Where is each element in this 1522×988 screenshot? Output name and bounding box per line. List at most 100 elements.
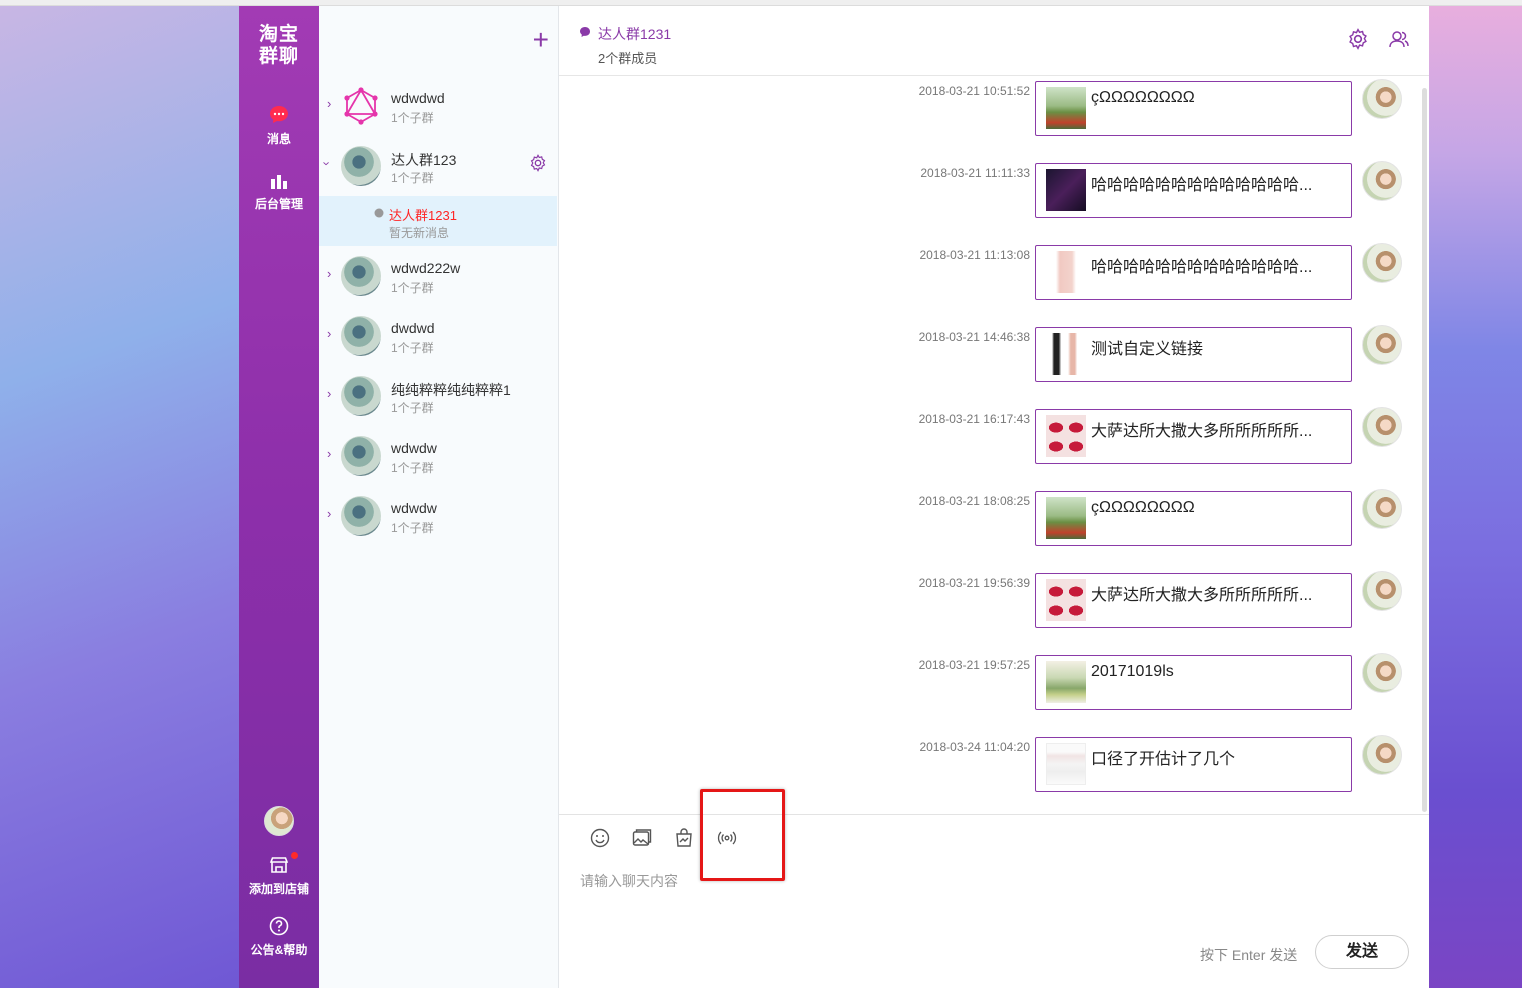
chevron-right-icon[interactable]: › bbox=[327, 96, 331, 111]
group-item[interactable]: › wdwdwd 1个子群 bbox=[319, 76, 559, 136]
group-list-panel: + › wdwdwd 1个子群 › 达人群123 1个子群 达人群1231 暂无… bbox=[319, 6, 559, 988]
send-shortcut-hint: 按下 Enter 发送 bbox=[1200, 947, 1298, 963]
product-link-card[interactable]: 口径了开估计了几个 bbox=[1035, 737, 1352, 792]
subgroup-status: 暂无新消息 bbox=[389, 226, 450, 240]
left-nav: 淘宝 群聊 消息 后台管理 添加到店铺 公告&帮助 bbox=[239, 6, 319, 988]
product-link-text: çΩΩΩΩΩΩΩΩ bbox=[1091, 499, 1195, 516]
app-logo: 淘宝 群聊 bbox=[239, 24, 319, 68]
group-item[interactable]: › 达人群123 1个子群 bbox=[319, 136, 559, 196]
product-link-card[interactable]: 测试自定义链接 bbox=[1035, 327, 1352, 382]
product-link-card[interactable]: 20171019ls bbox=[1035, 655, 1352, 710]
product-link-card[interactable]: 大萨达所大撒大多所所所所所... bbox=[1035, 573, 1352, 628]
message-row: 2018-03-21 19:56:39 大萨达所大撒大多所所所所所... bbox=[559, 568, 1419, 650]
product-thumbnail bbox=[1046, 333, 1086, 375]
product-link-text: 口径了开估计了几个 bbox=[1091, 751, 1236, 768]
message-row: 2018-03-21 11:11:33 哈哈哈哈哈哈哈哈哈哈哈哈哈... bbox=[559, 158, 1419, 240]
message-row: 2018-03-21 14:46:38 测试自定义链接 bbox=[559, 322, 1419, 404]
add-group-button[interactable]: + bbox=[533, 26, 549, 54]
sender-avatar[interactable] bbox=[1362, 161, 1402, 201]
subgroup-name: 达人群1231 bbox=[389, 208, 457, 223]
product-link-card[interactable]: 大萨达所大撒大多所所所所所... bbox=[1035, 409, 1352, 464]
message-timestamp: 2018-03-21 16:17:43 bbox=[918, 412, 1030, 426]
group-item[interactable]: › 纯纯粹粹纯纯粹粹1 1个子群 bbox=[319, 366, 559, 426]
message-timestamp: 2018-03-21 19:56:39 bbox=[918, 576, 1030, 590]
nav-help-label: 公告&帮助 bbox=[250, 943, 308, 957]
group-item[interactable]: › dwdwd 1个子群 bbox=[319, 306, 559, 366]
bar-chart-icon bbox=[271, 175, 287, 189]
product-thumbnail bbox=[1046, 251, 1086, 293]
sender-avatar[interactable] bbox=[1362, 325, 1402, 365]
group-subcount: 1个子群 bbox=[391, 171, 434, 185]
message-timestamp: 2018-03-21 11:11:33 bbox=[920, 166, 1030, 180]
sender-avatar[interactable] bbox=[1362, 735, 1402, 775]
chevron-down-icon[interactable]: › bbox=[320, 161, 335, 165]
product-link-card[interactable]: çΩΩΩΩΩΩΩΩ bbox=[1035, 491, 1352, 546]
app-window: 淘宝 群聊 消息 后台管理 添加到店铺 公告&帮助 + › wdwdwd 1个子… bbox=[239, 6, 1429, 988]
group-name: wdwdw bbox=[391, 500, 437, 516]
image-icon[interactable] bbox=[631, 827, 653, 849]
group-item[interactable]: › wdwdw 1个子群 bbox=[319, 486, 559, 546]
product-link-text: 测试自定义链接 bbox=[1091, 341, 1204, 358]
chevron-right-icon[interactable]: › bbox=[327, 446, 331, 461]
group-avatar bbox=[341, 146, 381, 186]
sender-avatar[interactable] bbox=[1362, 79, 1402, 119]
chat-settings-gear-icon[interactable] bbox=[1347, 28, 1369, 50]
group-avatar bbox=[341, 436, 381, 476]
highlight-annotation-box bbox=[700, 789, 785, 881]
emoji-icon[interactable] bbox=[589, 827, 611, 849]
product-link-text: 大萨达所大撒大多所所所所所... bbox=[1091, 423, 1313, 440]
group-name: wdwdw bbox=[391, 440, 437, 456]
product-bag-icon[interactable] bbox=[673, 827, 695, 849]
product-thumbnail bbox=[1046, 415, 1086, 457]
product-link-card[interactable]: çΩΩΩΩΩΩΩΩ bbox=[1035, 81, 1352, 136]
sender-avatar[interactable] bbox=[1362, 407, 1402, 447]
message-input[interactable]: 请输入聊天内容 bbox=[580, 871, 678, 891]
group-item[interactable]: › wdwd222w 1个子群 bbox=[319, 246, 559, 306]
product-link-card[interactable]: 哈哈哈哈哈哈哈哈哈哈哈哈哈... bbox=[1035, 245, 1352, 300]
product-link-card[interactable]: 哈哈哈哈哈哈哈哈哈哈哈哈哈... bbox=[1035, 163, 1352, 218]
product-thumbnail bbox=[1046, 87, 1086, 129]
chevron-right-icon[interactable]: › bbox=[327, 326, 331, 341]
chat-bubble-icon bbox=[270, 106, 288, 123]
message-scrollbar[interactable] bbox=[1422, 88, 1427, 812]
group-item[interactable]: › wdwdw 1个子群 bbox=[319, 426, 559, 486]
nav-add-to-store[interactable]: 添加到店铺 bbox=[239, 854, 319, 897]
send-button[interactable]: 发送 bbox=[1315, 935, 1409, 969]
sender-avatar[interactable] bbox=[1362, 243, 1402, 283]
nav-admin[interactable]: 后台管理 bbox=[239, 171, 319, 212]
subgroup-item-active[interactable]: 达人群1231 暂无新消息 bbox=[319, 196, 557, 246]
message-composer: 请输入聊天内容 按下 Enter 发送 发送 bbox=[559, 789, 1429, 988]
graphql-logo-icon bbox=[344, 87, 378, 125]
sender-avatar[interactable] bbox=[1362, 571, 1402, 611]
product-link-text: 大萨达所大撒大多所所所所所... bbox=[1091, 587, 1313, 604]
group-members-icon[interactable] bbox=[1388, 28, 1410, 50]
group-subcount: 1个子群 bbox=[391, 521, 434, 535]
product-link-text: çΩΩΩΩΩΩΩΩ bbox=[1091, 89, 1195, 106]
sender-avatar[interactable] bbox=[1362, 653, 1402, 693]
group-subcount: 1个子群 bbox=[391, 281, 434, 295]
chat-title: 达人群1231 bbox=[598, 26, 672, 42]
store-icon bbox=[269, 857, 289, 873]
message-timestamp: 2018-03-21 18:08:25 bbox=[918, 494, 1030, 508]
product-thumbnail bbox=[1046, 661, 1086, 703]
notification-dot bbox=[291, 852, 298, 859]
chevron-right-icon[interactable]: › bbox=[327, 506, 331, 521]
chevron-right-icon[interactable]: › bbox=[327, 266, 331, 281]
group-subcount: 1个子群 bbox=[391, 461, 434, 475]
nav-add-to-store-label: 添加到店铺 bbox=[248, 882, 309, 896]
chevron-right-icon[interactable]: › bbox=[327, 386, 331, 401]
nav-help[interactable]: 公告&帮助 bbox=[239, 915, 319, 958]
group-avatar bbox=[341, 496, 381, 536]
product-thumbnail bbox=[1046, 743, 1086, 785]
nav-messages[interactable]: 消息 bbox=[239, 104, 319, 147]
message-timestamp: 2018-03-24 11:04:20 bbox=[919, 740, 1030, 754]
group-settings-gear-icon[interactable] bbox=[529, 154, 547, 172]
sender-avatar[interactable] bbox=[1362, 489, 1402, 529]
message-list[interactable]: 2018-03-21 10:51:52 çΩΩΩΩΩΩΩΩ 2018-03-21… bbox=[559, 76, 1429, 814]
product-thumbnail bbox=[1046, 497, 1086, 539]
background-right bbox=[1429, 6, 1522, 988]
product-thumbnail bbox=[1046, 169, 1086, 211]
group-avatar bbox=[341, 316, 381, 356]
message-timestamp: 2018-03-21 10:51:52 bbox=[918, 84, 1030, 98]
user-avatar[interactable] bbox=[264, 806, 294, 836]
